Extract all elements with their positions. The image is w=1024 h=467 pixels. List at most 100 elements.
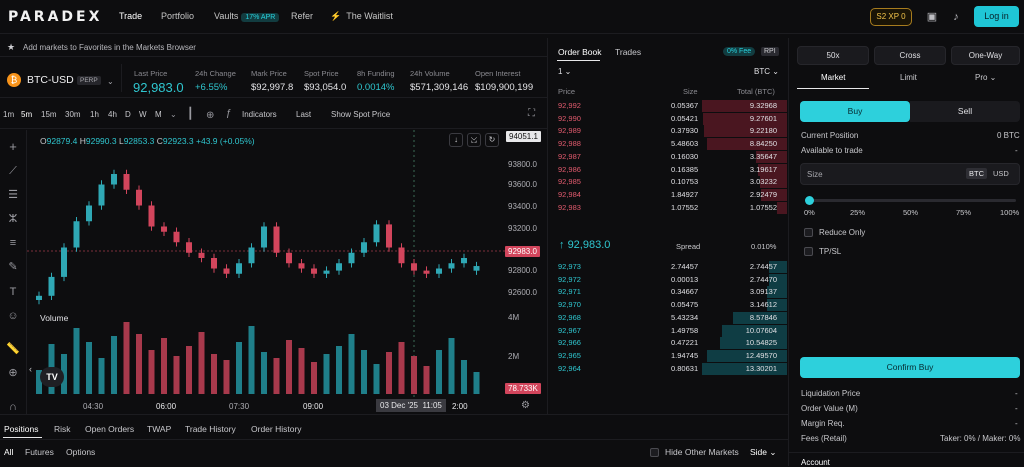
ask-row[interactable]: 92,990 0.05421 9.27601 xyxy=(555,112,787,125)
fullscreen-icon[interactable]: ⛶ xyxy=(528,108,535,119)
size-slider-knob[interactable] xyxy=(805,196,814,205)
nav-waitlist[interactable]: ⚡ The Waitlist xyxy=(330,11,393,22)
paradex-logo[interactable]: PARADEX xyxy=(8,9,102,25)
filter-options[interactable]: Options xyxy=(66,447,95,457)
timeframe-1h[interactable]: 1h xyxy=(90,110,99,119)
ruler-icon[interactable]: 📏 xyxy=(4,340,22,358)
filter-all[interactable]: All xyxy=(4,447,13,457)
bid-row[interactable]: 92,970 0.05475 3.14612 xyxy=(555,299,787,312)
indicators-button[interactable]: Indicators xyxy=(242,110,277,119)
tab-twap[interactable]: TWAP xyxy=(147,424,171,434)
margin-mode-button[interactable]: Cross xyxy=(874,46,946,65)
side-select[interactable]: Side ⌄ xyxy=(750,447,777,458)
nav-vaults[interactable]: Vaults 17% APR xyxy=(214,11,280,22)
asset-select[interactable]: BTC ⌄ xyxy=(754,67,779,76)
nav-trade[interactable]: Trade xyxy=(119,11,142,21)
timeframe-m[interactable]: M xyxy=(155,110,162,119)
indicators-icon[interactable]: ƒ xyxy=(226,108,232,119)
reduce-only-checkbox[interactable]: Reduce Only xyxy=(804,228,865,238)
bell-icon[interactable]: ♪ xyxy=(948,9,964,25)
confirm-buy-button[interactable]: Confirm Buy xyxy=(800,357,1020,378)
xp-badge[interactable]: S2 XP 0 xyxy=(870,8,912,26)
trend-line-icon[interactable]: ⟋ xyxy=(4,162,22,180)
timeframe-30m[interactable]: 30m xyxy=(65,110,81,119)
unit-btc[interactable]: BTC xyxy=(966,168,987,179)
timeframe-5m[interactable]: 5m xyxy=(21,110,32,119)
market-symbol[interactable]: BTC-USD xyxy=(27,74,74,86)
timeframe-15m[interactable]: 15m xyxy=(41,110,57,119)
tpsl-checkbox[interactable]: TP/SL xyxy=(804,247,841,257)
change-label: 24h Change xyxy=(195,69,236,78)
zoom-icon[interactable]: ⊕ xyxy=(4,364,22,382)
bid-row[interactable]: 92,971 0.34667 3.09137 xyxy=(555,286,787,299)
rpi-badge[interactable]: RPI xyxy=(761,47,779,56)
ask-row[interactable]: 92,986 0.16385 3.19617 xyxy=(555,163,787,176)
bid-row[interactable]: 92,967 1.49758 10.07604 xyxy=(555,324,787,337)
horizontal-lines-icon[interactable]: ☰ xyxy=(4,186,22,204)
emoji-icon[interactable]: ☺ xyxy=(4,307,22,325)
size-input[interactable]: Size BTC USD xyxy=(800,163,1020,185)
bid-row[interactable]: 92,973 2.74457 2.74457 xyxy=(555,261,787,273)
tab-order-history[interactable]: Order History xyxy=(251,424,302,434)
chevron-left-icon[interactable]: ‹ xyxy=(29,364,32,374)
ask-row[interactable]: 92,992 0.05367 9.32968 xyxy=(555,100,787,112)
ask-row[interactable]: 92,985 0.10753 3.03232 xyxy=(555,176,787,189)
terminal-icon[interactable]: ▣ xyxy=(924,9,940,25)
timeframe-w[interactable]: W xyxy=(139,110,147,119)
candle-body xyxy=(423,270,430,274)
tradingview-logo[interactable]: TV xyxy=(40,367,64,387)
timeframe-1m[interactable]: 1m xyxy=(3,110,14,119)
tab-positions[interactable]: Positions xyxy=(4,424,39,434)
nav-portfolio[interactable]: Portfolio xyxy=(161,11,194,21)
tab-trades[interactable]: Trades xyxy=(615,47,641,57)
bid-row[interactable]: 92,972 0.00013 2.74470 xyxy=(555,273,787,286)
tab-risk[interactable]: Risk xyxy=(54,424,71,434)
nav-refer[interactable]: Refer xyxy=(291,11,313,21)
row-total: 8.57846 xyxy=(749,312,777,322)
compare-icon[interactable]: ⊕ xyxy=(206,110,214,121)
timeframe-d[interactable]: D xyxy=(125,110,131,119)
crosshair-icon[interactable]: + xyxy=(4,138,22,156)
last-price-toggle[interactable]: Last xyxy=(296,110,311,119)
tab-open-orders[interactable]: Open Orders xyxy=(85,424,134,434)
bid-row[interactable]: 92,968 5.43234 8.57846 xyxy=(555,311,787,324)
price-chart[interactable] xyxy=(27,130,547,414)
ask-row[interactable]: 92,987 0.16030 3.35647 xyxy=(555,150,787,163)
fib-icon[interactable]: ≡ xyxy=(4,234,22,252)
leverage-button[interactable]: 50x xyxy=(797,46,869,65)
order-type-limit[interactable]: Limit xyxy=(900,73,917,82)
tick-size-select[interactable]: 1 ⌄ xyxy=(558,67,571,76)
row-price: 92,965 xyxy=(558,350,581,360)
size-slider-track[interactable] xyxy=(808,199,1016,202)
brush-icon[interactable]: ✎ xyxy=(4,258,22,276)
chevron-down-icon[interactable]: ⌄ xyxy=(107,77,114,86)
tab-order-book[interactable]: Order Book xyxy=(558,47,601,57)
login-button[interactable]: Log in xyxy=(974,6,1019,27)
sell-tab[interactable]: Sell xyxy=(910,101,1020,122)
timeframe-4h[interactable]: 4h xyxy=(108,110,117,119)
tab-trade-history[interactable]: Trade History xyxy=(185,424,236,434)
bid-row[interactable]: 92,965 1.94745 12.49570 xyxy=(555,349,787,362)
filter-futures[interactable]: Futures xyxy=(25,447,54,457)
order-type-pro[interactable]: Pro ⌄ xyxy=(975,73,996,82)
ask-row[interactable]: 92,989 0.37930 9.22180 xyxy=(555,125,787,138)
buy-tab[interactable]: Buy xyxy=(800,101,910,122)
ask-row[interactable]: 92,983 1.07552 1.07552 xyxy=(555,201,787,214)
candlestick-icon[interactable]: ┃ xyxy=(187,107,194,120)
order-value-value: - xyxy=(1015,404,1018,413)
hide-other-markets-checkbox[interactable]: Hide Other Markets xyxy=(650,447,739,458)
position-mode-button[interactable]: One-Way xyxy=(951,46,1020,65)
text-icon[interactable]: T xyxy=(4,283,22,301)
pattern-icon[interactable]: ⵣ xyxy=(4,210,22,228)
unit-usd[interactable]: USD xyxy=(993,169,1009,178)
bid-row[interactable]: 92,966 0.47221 10.54825 xyxy=(555,337,787,350)
star-icon[interactable]: ★ xyxy=(7,42,15,53)
order-type-market[interactable]: Market xyxy=(821,73,845,82)
bid-row[interactable]: 92,964 0.80631 13.30201 xyxy=(555,362,787,375)
show-spot-price-toggle[interactable]: Show Spot Price xyxy=(331,110,390,119)
chevron-down-icon[interactable]: ⌄ xyxy=(170,110,177,119)
settings-gear-icon[interactable]: ⚙ xyxy=(521,400,530,411)
ask-row[interactable]: 92,984 1.84927 2.92479 xyxy=(555,188,787,201)
ask-row[interactable]: 92,988 5.48603 8.84250 xyxy=(555,138,787,151)
spot-price-value: $93,054.0 xyxy=(304,82,347,93)
